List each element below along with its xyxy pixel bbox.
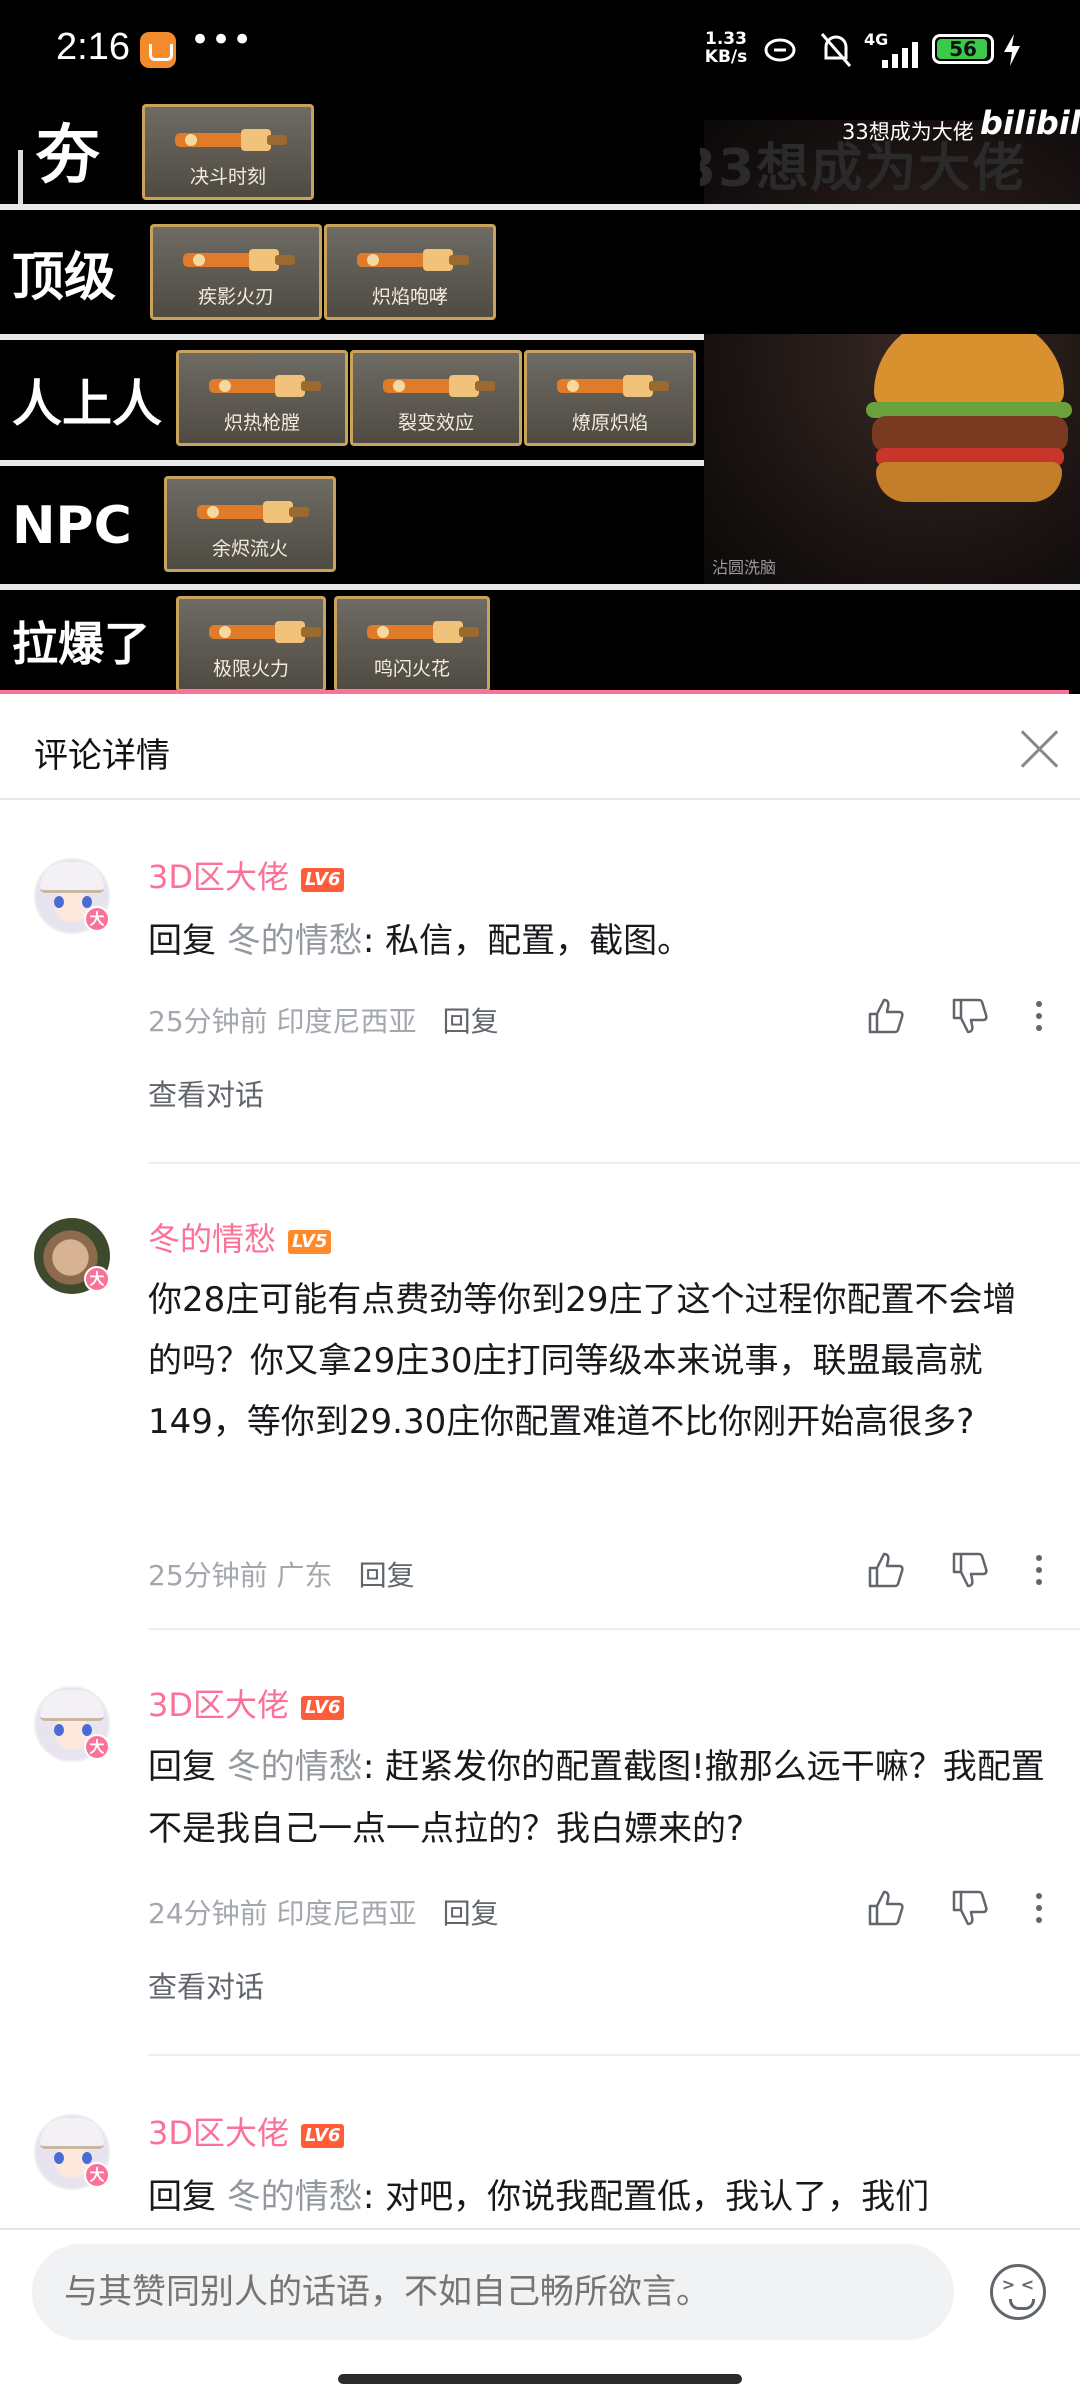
- gun-icon: [209, 375, 321, 397]
- vip-badge: 大: [84, 2162, 110, 2188]
- gun-icon: [557, 375, 669, 397]
- signal-icon: [882, 42, 918, 68]
- like-icon[interactable]: [866, 1550, 906, 1590]
- tier-label: NPC: [12, 496, 132, 556]
- more-options-icon[interactable]: [1024, 996, 1054, 1036]
- dislike-icon[interactable]: [950, 1888, 990, 1928]
- weapon-badge: 炽热枪膛: [176, 350, 348, 446]
- tier-row-1: 夯 决斗时刻: [0, 96, 700, 204]
- weapon-name: 决斗时刻: [189, 166, 266, 188]
- weapon-badge: 疾影火刃: [150, 224, 322, 320]
- comment-meta: 24分钟前 印度尼西亚 回复: [148, 1897, 499, 1930]
- reply-target[interactable]: 冬的情愁: [227, 2177, 363, 2217]
- battery-level: 56: [949, 37, 977, 61]
- battery-icon: 56: [932, 34, 994, 64]
- comment-detail-header: 评论详情: [0, 694, 1080, 800]
- comment-text: 你28庄可能有点费劲等你到29庄了这个过程你配置不会增的吗？你又拿29庄30庄打…: [148, 1280, 1017, 1442]
- divider: [148, 1628, 1080, 1630]
- comment-meta: 25分钟前 印度尼西亚 回复: [148, 1005, 499, 1038]
- tier-row-3: 人上人 炽热枪膛 裂变效应 燎原炽焰: [0, 334, 704, 460]
- status-bar: 2:16 ••• 1.33 KB/s 4G 56: [0, 0, 1080, 100]
- tier-label: 夯: [36, 119, 100, 193]
- gun-icon: [209, 621, 321, 643]
- comment-meta: 25分钟前 广东 回复: [148, 1559, 415, 1592]
- weapon-badge: 燎原炽焰: [524, 350, 696, 446]
- panel-title: 评论详情: [34, 736, 170, 776]
- gun-icon: [357, 249, 469, 271]
- comment-text: 回复 冬的情愁: 赶紧发你的配置截图!撤那么远干嘛？我配置不是我自己一点一点拉的…: [148, 1747, 1045, 1849]
- weapon-badge: 极限火力: [176, 596, 326, 692]
- gun-icon: [183, 249, 295, 271]
- gun-icon: [383, 375, 495, 397]
- weapon-name: 极限火力: [212, 658, 289, 680]
- network-speed: 1.33 KB/s: [704, 29, 748, 67]
- tier-label: 拉爆了: [12, 617, 150, 671]
- shop-app-icon: [140, 32, 176, 68]
- close-icon[interactable]: [1018, 726, 1062, 770]
- tier-label: 顶级: [12, 247, 117, 308]
- home-indicator[interactable]: [338, 2374, 742, 2384]
- like-icon[interactable]: [866, 996, 906, 1036]
- hd-voice-icon: [764, 38, 796, 62]
- divider: [148, 1162, 1080, 1164]
- tier-row-2: 顶级 疾影火刃 炽焰咆哮: [0, 204, 1080, 334]
- weapon-badge: 决斗时刻: [142, 104, 314, 200]
- weapon-name: 炽热枪膛: [223, 412, 300, 434]
- weapon-badge: 鸣闪火花: [334, 596, 490, 692]
- weapon-badge: 余烬流火: [164, 476, 336, 572]
- view-conversation-link[interactable]: 查看对话: [148, 1072, 264, 1114]
- watermark-subtitle: 33想成为大佬: [842, 120, 974, 144]
- weapon-badge: 炽焰咆哮: [324, 224, 496, 320]
- dislike-icon[interactable]: [950, 1550, 990, 1590]
- weapon-badge: 裂变效应: [350, 350, 522, 446]
- dislike-icon[interactable]: [950, 996, 990, 1036]
- reply-button[interactable]: 回复: [443, 1897, 499, 1930]
- tier-row-5: 拉爆了 极限火力 鸣闪火花: [0, 584, 1080, 692]
- like-icon[interactable]: [866, 1888, 906, 1928]
- view-conversation-link[interactable]: 查看对话: [148, 1964, 264, 2006]
- more-options-icon[interactable]: [1024, 1888, 1054, 1928]
- charging-icon: [1004, 34, 1020, 66]
- status-time: 2:16: [56, 26, 130, 68]
- bilibili-logo: bilibili: [980, 104, 1080, 142]
- video-player[interactable]: 沾圆洗脑 33想成为大佬 33想成为大佬 bilibili 夯 决斗时刻 顶级 …: [0, 0, 1080, 694]
- comment-input[interactable]: [32, 2244, 954, 2340]
- vip-badge: 大: [84, 906, 110, 932]
- level-badge: LV6: [301, 1696, 345, 1720]
- username[interactable]: 3D区大佬 LV6: [148, 852, 345, 898]
- weapon-name: 裂变效应: [397, 412, 474, 434]
- level-badge: LV6: [301, 868, 345, 892]
- tier-label: 人上人: [12, 375, 162, 433]
- weapon-name: 鸣闪火花: [373, 658, 450, 680]
- username[interactable]: 冬的情愁 LV5: [148, 1214, 332, 1260]
- weapon-name: 余烬流火: [211, 538, 288, 560]
- gun-icon: [175, 129, 287, 151]
- more-options-icon[interactable]: [1024, 1550, 1054, 1590]
- username[interactable]: 3D区大佬 LV6: [148, 1680, 345, 1726]
- emoji-icon[interactable]: [990, 2264, 1046, 2320]
- vip-badge: 大: [84, 1266, 110, 1292]
- thumbnail-caption: 沾圆洗脑: [712, 558, 777, 577]
- reply-button[interactable]: 回复: [443, 1005, 499, 1038]
- gun-icon: [197, 501, 309, 523]
- comment-text: 回复 冬的情愁: 私信，配置，截图。: [148, 921, 692, 961]
- reply-target[interactable]: 冬的情愁: [227, 1747, 363, 1787]
- comment-text: 回复 冬的情愁: 对吧，你说我配置低，我认了，我们: [148, 2177, 930, 2217]
- weapon-name: 燎原炽焰: [571, 412, 648, 434]
- reply-button[interactable]: 回复: [359, 1559, 415, 1592]
- level-badge: LV5: [288, 1230, 332, 1254]
- username[interactable]: 3D区大佬 LV6: [148, 2108, 345, 2154]
- weapon-name: 炽焰咆哮: [371, 286, 448, 308]
- level-badge: LV6: [301, 2124, 345, 2148]
- tier-row-4: NPC 余烬流火: [0, 460, 704, 586]
- weapon-name: 疾影火刃: [197, 286, 274, 308]
- reply-target[interactable]: 冬的情愁: [227, 921, 363, 961]
- mute-bell-icon: [820, 33, 852, 67]
- vip-badge: 大: [84, 1734, 110, 1760]
- gun-icon: [367, 621, 479, 643]
- more-notifications-icon: •••: [190, 20, 254, 60]
- comment-item: 大 3D区大佬 LV6 回复 冬的情愁: 对吧，你说我配置低，我认了，我们: [0, 2054, 1080, 2228]
- screen: 沾圆洗脑 33想成为大佬 33想成为大佬 bilibili 夯 决斗时刻 顶级 …: [0, 0, 1080, 2400]
